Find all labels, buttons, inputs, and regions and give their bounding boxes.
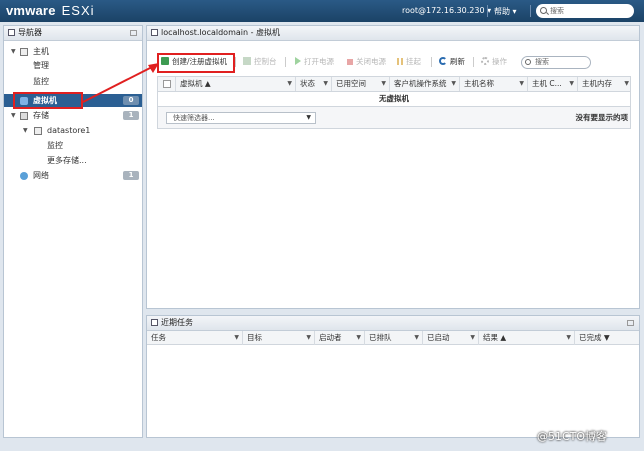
expand-icon[interactable]: ▼ (23, 124, 28, 137)
expand-icon[interactable]: ▼ (11, 45, 16, 58)
recent-tasks-header: 近期任务 (147, 316, 639, 331)
column-header-initiator[interactable]: 启动者 ▼ (315, 331, 365, 345)
host-icon (20, 48, 28, 56)
button-label: 刷新 (450, 57, 465, 66)
column-header-host-name[interactable]: 主机名称 ▼ (460, 77, 528, 91)
column-header-vm[interactable]: 虚拟机 ▲ ▼ (176, 77, 296, 91)
column-header-host-memory[interactable]: 主机内存 ▼ (578, 77, 632, 91)
separator (473, 57, 474, 67)
nav-item-datastore1[interactable]: ▼ datastore1 (4, 124, 142, 137)
quick-filter-value: 快速筛选器... (173, 114, 215, 122)
tasks-icon (151, 319, 158, 326)
separator (235, 57, 236, 67)
column-header-completed[interactable]: 已完成 ▼ (575, 331, 639, 345)
column-header-host-cpu[interactable]: 主机 C... ▼ (528, 77, 578, 91)
top-bar: vmware ESXi root@172.16.30.230 ▾ 帮助 ▾ 搜索 (0, 0, 644, 22)
stop-icon (347, 59, 353, 65)
storage-icon (20, 112, 28, 120)
expand-icon[interactable]: ▼ (11, 109, 16, 122)
separator (431, 57, 432, 67)
search-icon (540, 7, 547, 14)
empty-table-message: 无虚拟机 (157, 92, 631, 107)
highlight-vm-nav (13, 92, 83, 109)
search-icon (525, 59, 531, 65)
collapse-icon[interactable] (627, 320, 634, 326)
refresh-icon (439, 57, 447, 65)
gear-icon (481, 57, 489, 65)
vmware-esxi-logo: vmware ESXi (6, 3, 95, 18)
annotation-arrow (82, 63, 159, 103)
chevron-down-icon: ▼ (306, 114, 311, 121)
button-label: 关闭电源 (356, 57, 386, 66)
separator (530, 5, 531, 17)
separator (487, 5, 488, 17)
column-header-status[interactable]: 状态 ▼ (296, 77, 332, 91)
console-button[interactable]: 控制台 (243, 54, 277, 70)
actions-button[interactable]: 操作 (481, 54, 507, 70)
nav-item-networking[interactable]: 网络 1 (4, 169, 142, 182)
nav-item-label: 网络 (33, 171, 49, 180)
power-off-button[interactable]: 关闭电源 (347, 54, 386, 70)
table-header: 虚拟机 ▲ ▼ 状态 ▼ 已用空间 ▼ 客户机操作系统 ▼ 主机名称 ▼ 主机 C... ▼… (157, 76, 631, 92)
button-label: 操作 (492, 57, 507, 66)
nav-item-label: datastore1 (47, 126, 91, 135)
search-placeholder: 搜索 (550, 7, 564, 15)
nav-item-label: 监控 (33, 77, 49, 86)
product-name: ESXi (61, 3, 95, 18)
nav-item-storage[interactable]: ▼ 存储 1 (4, 109, 142, 122)
console-icon (243, 57, 251, 65)
quick-filter-select[interactable]: 快速筛选器... ▼ (166, 112, 316, 124)
recent-tasks-panel: 近期任务 任务 ▼ 目标 ▼ 启动者 ▼ 已排队 ▼ 已启动 ▼ 结果 ▲ ▼ 已完成 ▼ (146, 315, 640, 438)
nav-item-label: 存储 (33, 111, 49, 120)
nav-item-more-storage[interactable]: 更多存储... (4, 154, 142, 167)
global-search-input[interactable]: 搜索 (536, 4, 634, 18)
help-menu[interactable]: 帮助 ▾ (494, 6, 517, 17)
suspend-button[interactable]: 挂起 (397, 54, 421, 70)
refresh-button[interactable]: 刷新 (439, 54, 465, 70)
column-header-target[interactable]: 目标 ▼ (243, 331, 315, 345)
nav-item-datastore-monitor[interactable]: 监控 (4, 139, 142, 152)
vm-search-input[interactable]: 搜索 (521, 56, 591, 69)
column-header-queued[interactable]: 已排队 ▼ (365, 331, 423, 345)
pause-icon (397, 58, 403, 65)
nav-item-label: 主机 (33, 47, 49, 56)
play-icon (295, 57, 301, 65)
navigator-icon (8, 29, 15, 36)
navigator-header: 导航器 (4, 26, 142, 41)
nav-item-host[interactable]: ▼ 主机 (4, 45, 142, 58)
collapse-icon[interactable] (130, 30, 137, 36)
watermark: @51CTO博客 (537, 430, 608, 443)
panel-icon (151, 29, 158, 36)
separator (285, 57, 286, 67)
page-title: localhost.localdomain - 虚拟机 (161, 28, 281, 37)
select-all-checkbox[interactable] (163, 80, 171, 88)
search-placeholder: 搜索 (535, 58, 549, 66)
column-header-guest-os[interactable]: 客户机操作系统 ▼ (390, 77, 460, 91)
button-label: 挂起 (406, 57, 421, 66)
table-footer: 快速筛选器... ▼ 没有要显示的项 (157, 107, 631, 129)
count-badge: 1 (123, 111, 139, 120)
count-badge: 1 (123, 171, 139, 180)
column-header-used-space[interactable]: 已用空间 ▼ (332, 77, 390, 91)
nav-item-label: 监控 (47, 141, 63, 150)
navigator-title: 导航器 (18, 28, 42, 37)
recent-tasks-title: 近期任务 (161, 318, 193, 327)
network-icon (20, 172, 28, 180)
brand-name: vmware (6, 3, 56, 18)
nav-item-label: 更多存储... (47, 156, 87, 165)
main-panel-header: localhost.localdomain - 虚拟机 (147, 26, 639, 41)
power-on-button[interactable]: 打开电源 (295, 54, 334, 70)
button-label: 控制台 (254, 57, 277, 66)
user-menu[interactable]: root@172.16.30.230 ▾ (402, 6, 491, 15)
button-label: 打开电源 (304, 57, 334, 66)
column-header-task[interactable]: 任务 ▼ (147, 331, 243, 345)
datastore-icon (34, 127, 42, 135)
no-items-text: 没有要显示的项 (575, 113, 629, 122)
highlight-create-button (157, 53, 235, 73)
column-header-result[interactable]: 结果 ▲ ▼ (479, 331, 575, 345)
column-header-started[interactable]: 已启动 ▼ (423, 331, 479, 345)
nav-item-label: 管理 (33, 61, 49, 70)
tasks-table-header: 任务 ▼ 目标 ▼ 启动者 ▼ 已排队 ▼ 已启动 ▼ 结果 ▲ ▼ 已完成 ▼ (147, 331, 639, 345)
